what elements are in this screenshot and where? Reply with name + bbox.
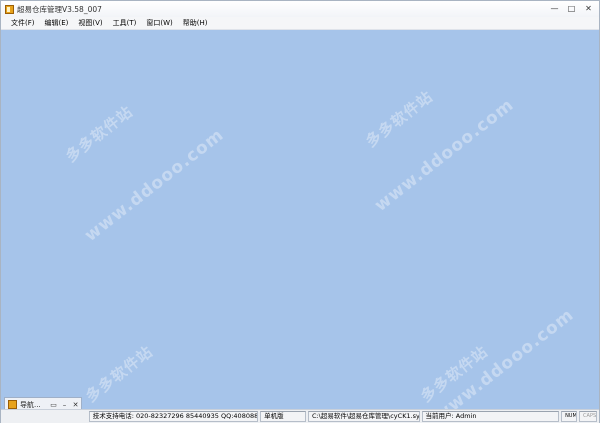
window-controls: — □ ✕: [548, 3, 595, 14]
app-window: 超易仓库管理V3.58_007 — □ ✕ 文件(F) 编辑(E) 视图(V) …: [0, 0, 600, 423]
minimize-button[interactable]: —: [548, 3, 561, 14]
status-caps: CAPS: [579, 411, 597, 422]
menu-tools[interactable]: 工具(T): [113, 18, 137, 28]
watermark-cn: 多多软件站: [362, 87, 437, 151]
menu-view[interactable]: 视图(V): [78, 18, 102, 28]
status-mode: 单机版: [260, 411, 306, 422]
maximize-button[interactable]: □: [565, 3, 578, 14]
status-support-phone: 技术支持电话: 020-82327296 85440935 QQ:4080887…: [88, 411, 259, 422]
status-current-user: 当前用户: Admin: [421, 411, 560, 422]
minimize-button[interactable]: –: [59, 401, 70, 409]
title-bar[interactable]: 超易仓库管理V3.58_007 — □ ✕: [1, 1, 599, 17]
status-bar: 技术支持电话: 020-82327296 85440935 QQ:4080887…: [1, 409, 599, 423]
status-num: NUM: [561, 411, 578, 422]
status-db-path: C:\超易软件\超易仓库管理\cyCK1.sys: [307, 411, 420, 422]
menu-window[interactable]: 窗口(W): [146, 18, 172, 28]
app-logo-icon: [5, 4, 14, 14]
close-button[interactable]: ✕: [582, 3, 595, 14]
window-title: 超易仓库管理V3.58_007: [17, 4, 102, 14]
menu-edit[interactable]: 编辑(E): [45, 18, 69, 28]
watermark-cn: 多多软件站: [62, 102, 137, 166]
mdi-workspace[interactable]: www.ddooo.com 多多软件站 www.ddooo.com 多多软件站 …: [1, 30, 599, 409]
watermark-cn: 多多软件站: [82, 342, 157, 406]
close-button[interactable]: ✕: [70, 401, 81, 409]
menu-help[interactable]: 帮助(H): [183, 18, 208, 28]
navigation-title: 导航...: [20, 400, 41, 409]
navigation-icon: [8, 400, 17, 409]
menu-bar: 文件(F) 编辑(E) 视图(V) 工具(T) 窗口(W) 帮助(H): [1, 17, 599, 30]
menu-file[interactable]: 文件(F): [11, 18, 35, 28]
watermark-url: www.ddooo.com: [431, 304, 578, 409]
restore-button[interactable]: ▭: [48, 401, 59, 409]
